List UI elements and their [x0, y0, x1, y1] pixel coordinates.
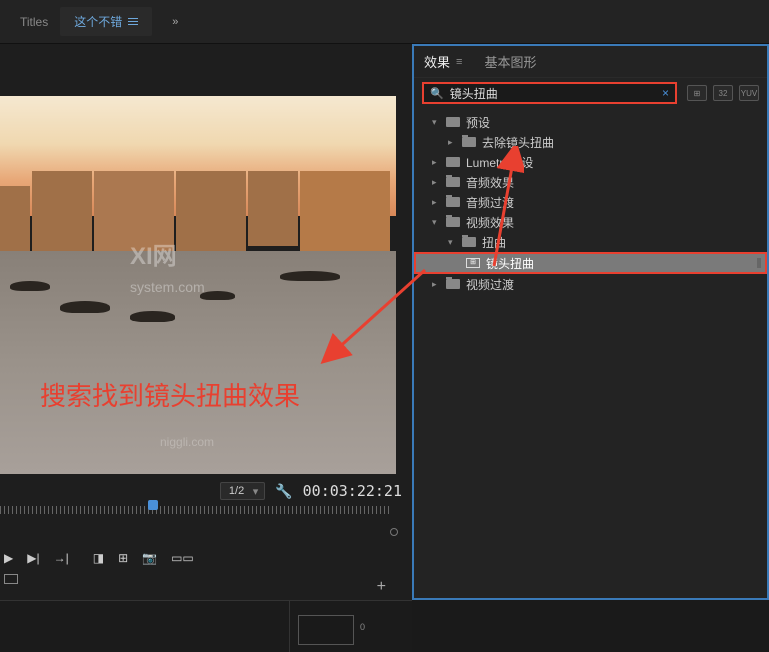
timecode-display[interactable]: 00:03:22:21: [303, 482, 402, 500]
chevron-right-icon: ▸: [432, 177, 442, 188]
folder-icon: [462, 137, 476, 147]
yuv-filter-icon[interactable]: YUV: [739, 85, 759, 101]
hamburger-icon: [128, 16, 138, 27]
ruler-ticks: [0, 506, 392, 514]
tab-titles[interactable]: Titles: [8, 15, 60, 29]
tree-label: 预设: [466, 114, 490, 131]
main-area: XI网 system.com 搜索找到镜头扭曲效果 niggli.com 1/2…: [0, 44, 769, 600]
presets-icon: [446, 157, 460, 167]
32bit-filter-icon[interactable]: 32: [713, 85, 733, 101]
snapshot-button[interactable]: 📷: [142, 551, 157, 565]
tree-label: 镜头扭曲: [486, 255, 534, 272]
tree-label: 去除镜头扭曲: [482, 134, 554, 151]
preview-viewport[interactable]: XI网 system.com 搜索找到镜头扭曲效果 niggli.com: [0, 96, 396, 474]
add-button[interactable]: +: [377, 578, 386, 596]
chevron-right-icon: ▸: [432, 157, 442, 168]
mark-clip-button[interactable]: ⊞: [118, 551, 128, 565]
chevron-down-icon: ▾: [448, 237, 458, 248]
tree-label: 扭曲: [482, 234, 506, 251]
watermark-text: XI网 system.com: [130, 236, 205, 299]
tree-audio-effects[interactable]: ▸ 音频效果: [414, 172, 767, 192]
folder-icon: [462, 237, 476, 247]
effects-search-input[interactable]: [450, 86, 662, 100]
folder-icon: [446, 177, 460, 187]
clear-search-icon[interactable]: ×: [662, 86, 669, 100]
folder-icon: [446, 197, 460, 207]
folder-icon: [446, 217, 460, 227]
step-forward-button[interactable]: ▶|: [27, 551, 39, 565]
source-watermark: niggli.com: [160, 435, 214, 449]
export-frame-button[interactable]: ▭▭: [171, 551, 194, 565]
presets-icon: [446, 117, 460, 127]
goto-next-button[interactable]: →|: [54, 551, 69, 565]
settings-wrench-icon[interactable]: 🔧: [275, 483, 292, 500]
effect-preset-icon: ⊞: [466, 258, 480, 268]
tree-label: 视频过渡: [466, 276, 514, 293]
transport-controls: ▶ ▶| →| ◨ ⊞ 📷 ▭▭: [0, 540, 412, 576]
tree-lens-distortion-effect[interactable]: ⊞ 镜头扭曲: [414, 252, 767, 274]
tree-audio-transitions[interactable]: ▸ 音频过渡: [414, 192, 767, 212]
annotation-overlay-text: 搜索找到镜头扭曲效果: [40, 376, 300, 413]
chevron-right-icon: ▸: [448, 137, 458, 148]
effects-search-row: 🔍 × ⊞ 32 YUV: [414, 78, 767, 108]
tab-essential-graphics[interactable]: 基本图形: [484, 52, 536, 71]
accelerated-filter-icon[interactable]: ⊞: [687, 85, 707, 101]
effects-search-box[interactable]: 🔍 ×: [422, 82, 677, 104]
effect-type-filters: ⊞ 32 YUV: [687, 85, 759, 101]
panel-tab-bar: 效果 基本图形: [414, 46, 767, 78]
safe-margins-icon[interactable]: [4, 574, 18, 584]
zoom-level-select[interactable]: 1/2: [220, 482, 265, 500]
tree-label: 音频效果: [466, 174, 514, 191]
tree-presets[interactable]: ▾ 预设: [414, 112, 767, 132]
search-icon: 🔍: [430, 87, 444, 100]
tree-remove-lens-distortion[interactable]: ▸ 去除镜头扭曲: [414, 132, 767, 152]
chevron-down-icon: ▾: [432, 117, 442, 128]
effects-tree: ▾ 预设 ▸ 去除镜头扭曲 ▸ Lumetri 预设 ▸ 音频效果 ▸: [414, 108, 767, 298]
tree-label: 视频效果: [466, 214, 514, 231]
tree-lumetri-presets[interactable]: ▸ Lumetri 预设: [414, 152, 767, 172]
mark-in-button[interactable]: ◨: [93, 551, 104, 565]
tree-video-effects[interactable]: ▾ 视频效果: [414, 212, 767, 232]
audio-waveform-thumb[interactable]: [298, 615, 354, 645]
tab-workspace-active[interactable]: 这个不错: [60, 7, 152, 36]
timeline-right-section: [290, 601, 412, 652]
tab-effects[interactable]: 效果: [424, 52, 462, 71]
chevron-right-icon: ▸: [432, 197, 442, 208]
chevron-right-icon: ▸: [432, 279, 442, 290]
ruler-end-marker: [390, 528, 398, 536]
effects-panel: 效果 基本图形 🔍 × ⊞ 32 YUV ▾ 预设 ▸: [412, 44, 769, 600]
program-monitor-panel: XI网 system.com 搜索找到镜头扭曲效果 niggli.com 1/2…: [0, 44, 412, 600]
tree-video-transitions[interactable]: ▸ 视频过渡: [414, 274, 767, 294]
time-ruler[interactable]: [0, 506, 392, 526]
timeline-panel: [0, 600, 412, 652]
play-button[interactable]: ▶: [4, 551, 13, 565]
folder-icon: [446, 279, 460, 289]
tree-label: 音频过渡: [466, 194, 514, 211]
tree-label: Lumetri 预设: [466, 154, 533, 171]
top-menu-bar: Titles 这个不错 »: [0, 0, 769, 44]
chevron-down-icon: ▾: [432, 217, 442, 228]
playhead-marker[interactable]: [148, 500, 158, 510]
preview-controls-bar: 1/2 🔧 00:03:22:21: [0, 476, 412, 506]
overflow-chevrons-icon[interactable]: »: [172, 16, 178, 28]
effect-badge-icon: [757, 258, 761, 268]
tab-active-label: 这个不错: [74, 13, 122, 30]
tree-distort[interactable]: ▾ 扭曲: [414, 232, 767, 252]
timeline-left-section: [0, 601, 290, 652]
